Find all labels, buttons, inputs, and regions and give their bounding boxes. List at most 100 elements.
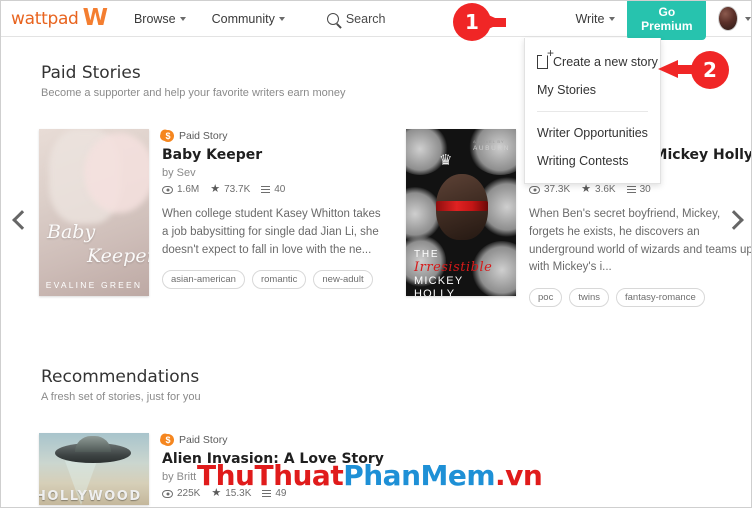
story-cover[interactable]: ♛ A NOVEL BY AUBURN THE Irresistible MIC… [406, 129, 516, 296]
section-title: Recommendations [41, 367, 200, 387]
nav-browse-label: Browse [133, 11, 176, 26]
section-title: Paid Stories [41, 63, 141, 83]
reads-value: 1.6M [177, 184, 200, 195]
parts-value: 30 [639, 184, 651, 195]
chevron-down-icon [179, 16, 186, 21]
new-document-icon [536, 47, 554, 69]
coin-icon [162, 434, 174, 446]
carousel-next-button[interactable] [723, 210, 749, 237]
list-icon [261, 185, 271, 194]
paid-stories-section-header: Paid Stories Become a supporter and help… [41, 63, 346, 99]
section-subtitle: Become a supporter and help your favorit… [41, 87, 346, 99]
tag-pill[interactable]: romantic [251, 270, 307, 290]
menu-item-writing-contests[interactable]: Writing Contests [525, 147, 660, 175]
sunglasses-icon [436, 201, 488, 211]
chevron-down-icon [609, 16, 616, 21]
section-subtitle: A fresh set of stories, just for you [41, 391, 201, 403]
eye-icon [162, 489, 173, 498]
parts-stat: 30 [626, 184, 651, 195]
tag-pill[interactable]: fantasy-romance [615, 288, 705, 308]
search-button[interactable]: Search [326, 11, 386, 26]
paid-story-label: Paid Story [179, 130, 228, 142]
menu-item-label: My Stories [537, 83, 597, 97]
annotation-number: 2 [691, 51, 729, 89]
cover-title-word1: MICKEY [414, 275, 464, 287]
menu-item-create-new-story[interactable]: Create a new story [525, 47, 660, 76]
votes-stat: ★ 3.6K [581, 183, 616, 196]
watermark-part3: .vn [495, 459, 543, 492]
menu-divider [537, 111, 648, 112]
paid-story-badge: Paid Story [162, 434, 384, 446]
eye-icon [162, 185, 173, 194]
story-author[interactable]: by Sev [162, 167, 390, 179]
story-stats: 37.3K ★ 3.6K 30 [529, 183, 751, 196]
cover-title-line1: THE [414, 249, 440, 260]
logo-wordmark: wattpad [11, 8, 79, 29]
coin-icon [162, 130, 174, 142]
story-cover[interactable]: HOLLYWOOD [39, 433, 149, 505]
votes-value: 3.6K [595, 184, 616, 195]
cover-art-shape [75, 436, 111, 452]
watermark-part2: PhanMem [343, 459, 496, 492]
annotation-marker-1: 1 [453, 3, 506, 41]
write-label: Write [575, 11, 605, 26]
cover-sign-text: HOLLYWOOD [39, 489, 142, 504]
story-info: Paid Story Baby Keeper by Sev 1.6M ★ 73.… [162, 129, 390, 296]
crown-icon: ♛ [439, 152, 453, 169]
parts-stat: 40 [261, 184, 285, 195]
search-icon [326, 12, 339, 25]
cover-title-line3: MICKEY HOLLY [414, 275, 463, 296]
tag-pill[interactable]: new-adult [313, 270, 373, 290]
cover-publisher-name: AUBURN [472, 145, 510, 152]
menu-item-label: Create a new story [553, 55, 658, 69]
wattpad-logo[interactable]: wattpad W [11, 7, 108, 30]
menu-item-my-stories[interactable]: My Stories [525, 76, 660, 104]
chevron-down-icon[interactable] [745, 16, 751, 21]
story-description: When college student Kasey Whitton takes… [162, 208, 381, 256]
wattpad-page: wattpad W Browse Community Search Write … [0, 0, 752, 508]
cover-title-line1: Baby [47, 221, 96, 243]
eye-icon [529, 185, 540, 194]
star-icon: ★ [210, 183, 221, 195]
cover-title-line2: Keeper [87, 245, 149, 267]
watermark: ThuThuatPhanMem.vn [197, 459, 543, 492]
reads-value: 37.3K [544, 184, 571, 195]
carousel-prev-button[interactable] [11, 210, 37, 237]
write-menu-button[interactable]: Write [575, 11, 616, 26]
search-label: Search [345, 11, 386, 26]
tag-pill[interactable]: twins [569, 288, 609, 308]
recommendations-section-header: Recommendations A fresh set of stories, … [41, 367, 201, 403]
tag-pill[interactable]: asian-american [162, 270, 245, 290]
votes-stat: ★ 73.7K [210, 183, 251, 196]
nav-browse[interactable]: Browse [134, 12, 186, 26]
go-premium-button[interactable]: Go Premium [627, 1, 707, 40]
cover-art-shape [84, 133, 149, 213]
menu-item-label: Writer Opportunities [537, 126, 648, 140]
cover-art-shape [468, 129, 516, 175]
nav-community[interactable]: Community [212, 12, 285, 26]
reads-stat: 37.3K [529, 184, 570, 195]
story-title[interactable]: Baby Keeper [162, 147, 390, 163]
arrow-left-icon [658, 60, 693, 78]
cover-publisher: A NOVEL BY AUBURN [473, 139, 510, 152]
story-stats: 1.6M ★ 73.7K 40 [162, 184, 390, 195]
site-header: wattpad W Browse Community Search Write … [1, 1, 751, 40]
cover-publisher-small: A NOVEL BY [472, 139, 505, 144]
avatar[interactable] [718, 6, 738, 31]
list-icon [626, 185, 636, 194]
write-dropdown-menu: Create a new story My Stories Writer Opp… [524, 38, 661, 184]
parts-value: 40 [274, 184, 286, 195]
star-icon: ★ [581, 183, 592, 195]
tag-pill[interactable]: poc [529, 288, 563, 308]
story-tags: poc twins fantasy-romance [529, 288, 751, 308]
paid-story-label: Paid Story [179, 434, 228, 446]
menu-item-label: Writing Contests [537, 154, 629, 168]
menu-item-writer-opportunities[interactable]: Writer Opportunities [525, 119, 660, 147]
chevron-left-icon [12, 210, 32, 230]
votes-value: 73.7K [224, 184, 251, 195]
annotation-marker-2: 2 [658, 51, 729, 89]
story-card[interactable]: Baby Keeper EVALINE GREEN Paid Story Bab… [39, 129, 390, 296]
chevron-right-icon [724, 210, 744, 230]
reads-stat: 225K [162, 488, 200, 499]
story-cover[interactable]: Baby Keeper EVALINE GREEN [39, 129, 149, 296]
